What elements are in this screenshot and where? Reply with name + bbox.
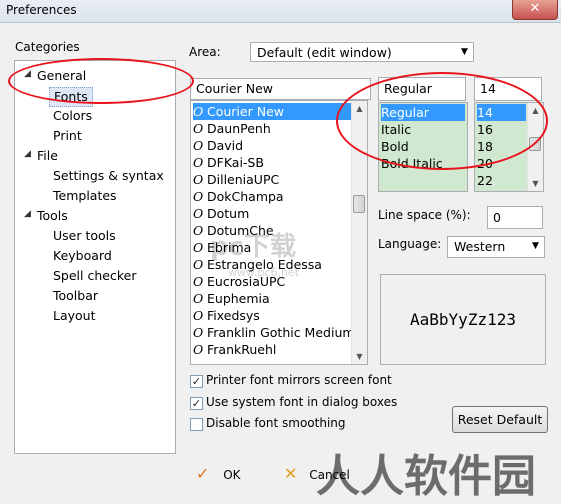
- window-title: Preferences: [6, 3, 77, 17]
- category-item[interactable]: Colors: [53, 107, 92, 125]
- opentype-font-icon: O: [193, 274, 204, 289]
- line-space-input[interactable]: 0: [487, 206, 543, 229]
- font-list-label: FrankRuehl: [207, 342, 277, 357]
- font-list-label: DokChampa: [207, 189, 284, 204]
- font-preview: AaBbYyZz123: [380, 274, 546, 365]
- close-icon: ✕: [529, 1, 541, 16]
- font-name-value: Courier New: [196, 81, 273, 96]
- check-icon: ✓: [196, 464, 210, 483]
- font-list-label: David: [207, 138, 244, 153]
- cancel-x-icon: ✕: [284, 464, 298, 483]
- close-button[interactable]: ✕: [512, 0, 558, 20]
- line-space-value: 0: [493, 210, 501, 225]
- font-list-label: Courier New: [207, 104, 284, 119]
- language-dropdown[interactable]: Western ▼: [447, 236, 545, 258]
- category-item[interactable]: File: [37, 147, 58, 165]
- opentype-font-icon: O: [193, 121, 204, 136]
- watermark-site: www.pc6.net: [228, 266, 300, 279]
- checkbox[interactable]: ✓: [190, 397, 203, 410]
- category-item[interactable]: Settings & syntax: [53, 167, 164, 185]
- opentype-font-icon: O: [193, 257, 204, 272]
- line-space-label: Line space (%):: [378, 208, 471, 222]
- category-item[interactable]: Keyboard: [53, 247, 112, 265]
- scroll-down-icon[interactable]: ▼: [528, 176, 543, 191]
- language-value: Western: [454, 239, 506, 254]
- chevron-down-icon: ▼: [461, 47, 468, 57]
- font-list-item[interactable]: O Fixedsys: [193, 307, 260, 324]
- font-list-item[interactable]: O Courier New: [193, 103, 353, 120]
- opentype-font-icon: O: [193, 104, 204, 119]
- title-bar: Preferences ✕: [0, 0, 561, 23]
- opentype-font-icon: O: [193, 206, 204, 221]
- annotation-circle: [8, 58, 194, 104]
- checkbox-label[interactable]: Use system font in dialog boxes: [206, 395, 397, 409]
- font-list-item[interactable]: O DaunPenh: [193, 120, 271, 137]
- opentype-font-icon: O: [193, 155, 204, 170]
- checkbox-label[interactable]: Printer font mirrors screen font: [206, 373, 392, 387]
- category-item[interactable]: Toolbar: [53, 287, 98, 305]
- opentype-font-icon: O: [193, 342, 204, 357]
- opentype-font-icon: O: [193, 223, 204, 238]
- font-list-item[interactable]: O Franklin Gothic Medium: [193, 324, 355, 341]
- chevron-down-icon: ▼: [532, 241, 539, 251]
- opentype-font-icon: O: [193, 138, 204, 153]
- category-item[interactable]: Tools: [37, 207, 68, 225]
- categories-label: Categories: [15, 40, 80, 54]
- area-value: Default (edit window): [257, 45, 392, 60]
- opentype-font-icon: O: [193, 189, 204, 204]
- opentype-font-icon: O: [193, 308, 204, 323]
- opentype-font-icon: O: [193, 325, 204, 340]
- checkbox-label[interactable]: Disable font smoothing: [206, 416, 346, 430]
- annotation-circle: [336, 72, 548, 170]
- font-list-item[interactable]: O FrankRuehl: [193, 341, 276, 358]
- font-list-label: Fixedsys: [207, 308, 260, 323]
- ok-button[interactable]: ✓ OK: [196, 462, 241, 486]
- font-list-label: DaunPenh: [207, 121, 271, 136]
- opentype-font-icon: O: [193, 240, 204, 255]
- font-list-item[interactable]: O Dotum: [193, 205, 249, 222]
- scroll-thumb[interactable]: [353, 195, 365, 213]
- category-item[interactable]: Templates: [53, 187, 117, 205]
- checkbox[interactable]: [190, 418, 203, 431]
- font-list-item[interactable]: O DokChampa: [193, 188, 284, 205]
- font-list-label: DilleniaUPC: [207, 172, 280, 187]
- font-list-item[interactable]: O DFKai-SB: [193, 154, 264, 171]
- font-list-item[interactable]: O David: [193, 137, 243, 154]
- font-list-label: Dotum: [207, 206, 250, 221]
- area-label: Area:: [189, 45, 221, 59]
- category-item[interactable]: User tools: [53, 227, 116, 245]
- font-size-option[interactable]: 22: [477, 172, 526, 189]
- font-list-item[interactable]: O Euphemia: [193, 290, 270, 307]
- font-list-label: DFKai-SB: [207, 155, 264, 170]
- opentype-font-icon: O: [193, 172, 204, 187]
- expand-caret-icon[interactable]: ◢: [24, 209, 31, 219]
- language-label: Language:: [378, 237, 442, 251]
- watermark-brand: pc下载: [210, 232, 297, 262]
- area-dropdown[interactable]: Default (edit window) ▼: [250, 42, 474, 62]
- checkbox[interactable]: ✓: [190, 375, 203, 388]
- font-list-label: Euphemia: [207, 291, 270, 306]
- font-list-item[interactable]: O DilleniaUPC: [193, 171, 279, 188]
- category-item[interactable]: Spell checker: [53, 267, 136, 285]
- expand-caret-icon[interactable]: ◢: [24, 149, 31, 159]
- category-item[interactable]: Layout: [53, 307, 96, 325]
- font-name-field[interactable]: Courier New: [190, 78, 371, 100]
- scroll-down-icon[interactable]: ▼: [352, 349, 367, 364]
- category-item[interactable]: Print: [53, 127, 82, 145]
- categories-tree[interactable]: ◢ General Fonts Colors Print ◢ File Settings & …: [14, 60, 176, 454]
- opentype-font-icon: O: [193, 291, 204, 306]
- reset-default-button[interactable]: Reset Default: [452, 406, 548, 433]
- ok-label: OK: [223, 468, 241, 482]
- font-list-label: Franklin Gothic Medium: [207, 325, 355, 340]
- watermark-text: 人人软件园: [316, 451, 536, 502]
